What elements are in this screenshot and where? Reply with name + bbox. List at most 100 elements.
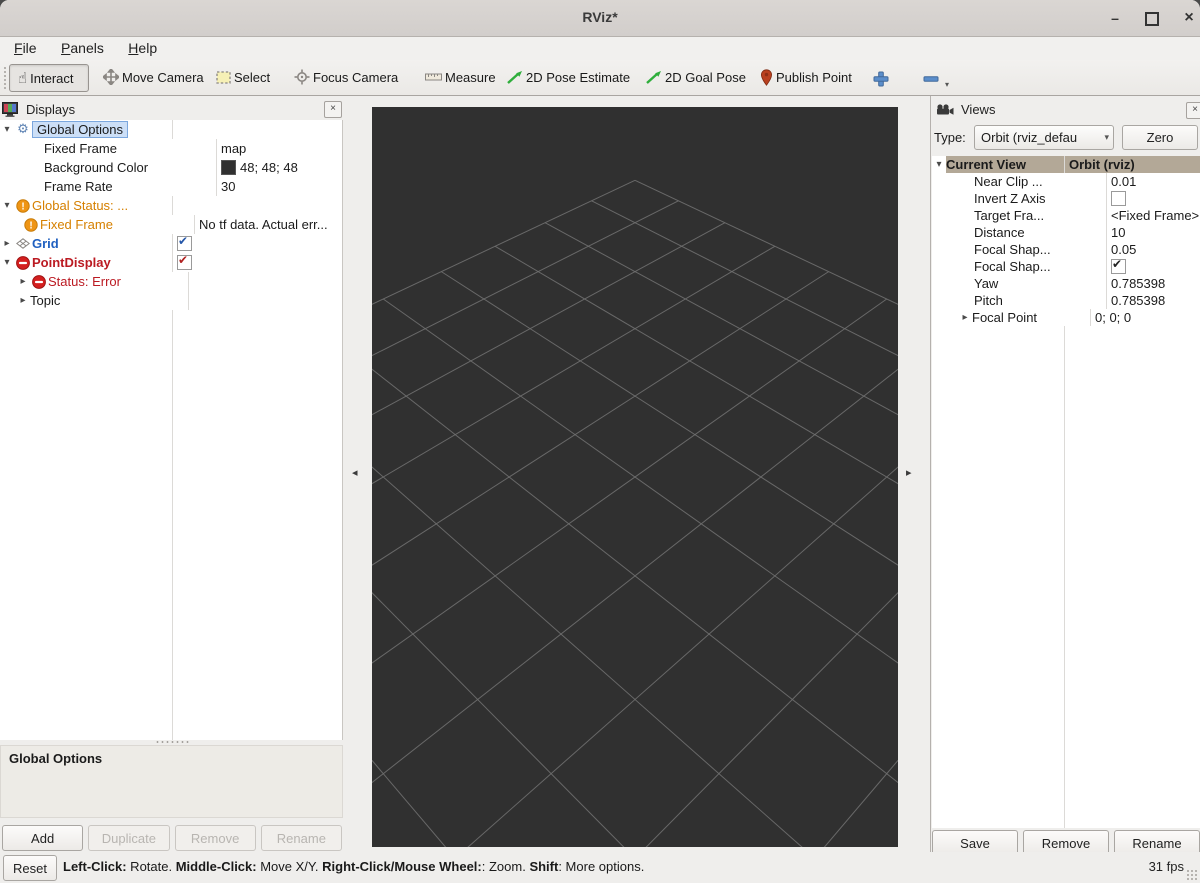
displays-panel-header[interactable]: Displays × — [2, 98, 342, 120]
gear-icon: ⚙ — [17, 122, 29, 137]
menu-panels[interactable]: Panels — [51, 37, 114, 59]
right-splitter-collapse-icon[interactable]: ▸ — [906, 466, 912, 479]
tool-move-camera[interactable]: Move Camera — [103, 64, 204, 90]
views-tree: ▾ Current View Orbit (rviz) Near Clip ...… — [932, 156, 1200, 828]
expander-closed-icon[interactable]: ▸ — [958, 312, 972, 323]
row-value[interactable]: 0.785398 — [1106, 292, 1200, 309]
tree-row[interactable]: ▸ Grid ✔ — [0, 234, 342, 253]
tree-row[interactable]: Yaw 0.785398 — [932, 275, 1200, 292]
tree-row[interactable]: ▾ ⚙ Global Options — [0, 120, 342, 139]
remove-tool-button[interactable] — [922, 66, 940, 92]
row-value[interactable]: 0.01 — [1106, 173, 1200, 190]
row-value[interactable]: 48; 48; 48 — [216, 158, 342, 177]
tree-row[interactable]: Background Color 48; 48; 48 — [0, 158, 342, 177]
menu-help[interactable]: Help — [118, 37, 167, 59]
panel-splitter-handle[interactable] — [155, 740, 189, 744]
minimize-icon[interactable]: – — [1103, 7, 1127, 29]
maximize-icon[interactable] — [1140, 7, 1164, 29]
tool-label: Measure — [445, 69, 496, 85]
title-bar[interactable]: RViz* – × — [0, 0, 1200, 37]
add-tool-button[interactable] — [872, 66, 890, 92]
zero-button[interactable]: Zero — [1122, 125, 1198, 150]
svg-text:!: ! — [21, 201, 24, 212]
left-splitter-collapse-icon[interactable]: ◂ — [352, 466, 358, 479]
tool-measure[interactable]: Measure — [425, 64, 496, 90]
tree-row[interactable]: Distance 10 — [932, 224, 1200, 241]
move-arrows-icon — [103, 69, 119, 85]
grid-plane — [372, 107, 898, 847]
row-checkbox[interactable]: ✔ — [172, 253, 342, 272]
tool-2d-goal-pose[interactable]: 2D Goal Pose — [645, 64, 746, 90]
tree-row[interactable]: ▾ PointDisplay ✔ — [0, 253, 342, 272]
tree-row[interactable]: Fixed Frame map — [0, 139, 342, 158]
tree-row[interactable]: Frame Rate 30 — [0, 177, 342, 196]
row-label-selected[interactable]: Global Options — [32, 121, 128, 138]
rename-button[interactable]: Rename — [260, 825, 342, 851]
expander-closed-icon[interactable]: ▸ — [16, 276, 30, 287]
tree-row[interactable]: Target Fra... <Fixed Frame> — [932, 207, 1200, 224]
expander-open-icon[interactable]: ▾ — [0, 124, 14, 135]
expander-open-icon[interactable]: ▾ — [0, 257, 14, 268]
add-button[interactable]: Add — [2, 825, 84, 851]
menu-file[interactable]: File — [4, 37, 47, 59]
resize-grip[interactable] — [1186, 869, 1199, 882]
row-label: Frame Rate — [44, 179, 113, 194]
expander-closed-icon[interactable]: ▸ — [0, 238, 14, 249]
tree-row[interactable]: ▸ Focal Point 0; 0; 0 — [932, 309, 1200, 326]
row-value[interactable]: No tf data. Actual err... — [194, 215, 342, 234]
focus-crosshair-icon — [294, 69, 310, 85]
row-checkbox[interactable]: ✔ — [1106, 258, 1200, 275]
reset-button[interactable]: Reset — [3, 855, 57, 881]
row-value[interactable]: <Fixed Frame> — [1106, 207, 1200, 224]
row-value[interactable]: 10 — [1106, 224, 1200, 241]
row-checkbox[interactable]: ✔ — [172, 234, 342, 253]
svg-text:!: ! — [29, 220, 32, 231]
close-icon[interactable]: × — [1177, 7, 1200, 29]
row-label: Yaw — [974, 276, 999, 291]
expander-closed-icon[interactable]: ▸ — [16, 295, 30, 306]
panel-close-icon[interactable]: × — [1186, 102, 1200, 119]
window-title: RViz* — [582, 9, 618, 25]
row-value[interactable]: map — [216, 139, 342, 158]
views-panel-header[interactable]: Views × — [936, 98, 1200, 120]
tool-select[interactable]: Select — [216, 64, 270, 90]
duplicate-button[interactable]: Duplicate — [88, 825, 170, 851]
row-label: Grid — [32, 236, 59, 251]
panel-close-icon[interactable]: × — [324, 101, 342, 118]
tree-row[interactable]: ▸ Status: Error — [0, 272, 342, 291]
expander-open-icon[interactable]: ▾ — [932, 159, 946, 170]
dropdown-caret-icon[interactable]: ▾ — [945, 80, 949, 89]
row-value[interactable]: 30 — [216, 177, 342, 196]
row-checkbox[interactable] — [1106, 190, 1200, 207]
error-icon — [30, 274, 48, 289]
row-value[interactable]: 0; 0; 0 — [1090, 309, 1200, 326]
error-icon — [14, 255, 32, 270]
render-viewport[interactable] — [372, 107, 898, 847]
tree-row[interactable]: Focal Shap... 0.05 — [932, 241, 1200, 258]
description-box: Global Options — [0, 745, 343, 818]
tree-row[interactable]: ▸ Topic — [0, 291, 342, 310]
tree-row[interactable]: Invert Z Axis — [932, 190, 1200, 207]
tool-interact[interactable]: ☝ Interact — [9, 64, 89, 92]
row-label: Near Clip ... — [974, 174, 1043, 189]
plus-icon — [873, 71, 889, 87]
expander-open-icon[interactable]: ▾ — [0, 200, 14, 211]
tree-row[interactable]: Pitch 0.785398 — [932, 292, 1200, 309]
tool-focus-camera[interactable]: Focus Camera — [294, 64, 398, 90]
tree-row[interactable]: Focal Shap... ✔ — [932, 258, 1200, 275]
view-type-dropdown[interactable]: Orbit (rviz_defau ▾ — [974, 125, 1114, 150]
tree-row[interactable]: ! Fixed Frame No tf data. Actual err... — [0, 215, 342, 234]
tool-2d-pose-estimate[interactable]: 2D Pose Estimate — [506, 64, 630, 90]
row-value[interactable]: 0.05 — [1106, 241, 1200, 258]
remove-button[interactable]: Remove — [174, 825, 256, 851]
views-panel: Views × Type: Orbit (rviz_defau ▾ Zero ▾… — [930, 96, 1200, 856]
chevron-down-icon: ▾ — [1104, 132, 1109, 142]
minus-icon — [923, 76, 939, 82]
toolbar: ☝ Interact Move Camera Select Focus Came… — [0, 60, 1200, 96]
tool-publish-point[interactable]: Publish Point — [760, 64, 852, 90]
row-value[interactable]: 0.785398 — [1106, 275, 1200, 292]
tree-row[interactable]: ▾! Global Status: ... — [0, 196, 342, 215]
tree-row[interactable]: ▾ Current View Orbit (rviz) — [932, 156, 1200, 173]
tree-row[interactable]: Near Clip ... 0.01 — [932, 173, 1200, 190]
toolbar-drag-handle[interactable] — [3, 66, 8, 90]
